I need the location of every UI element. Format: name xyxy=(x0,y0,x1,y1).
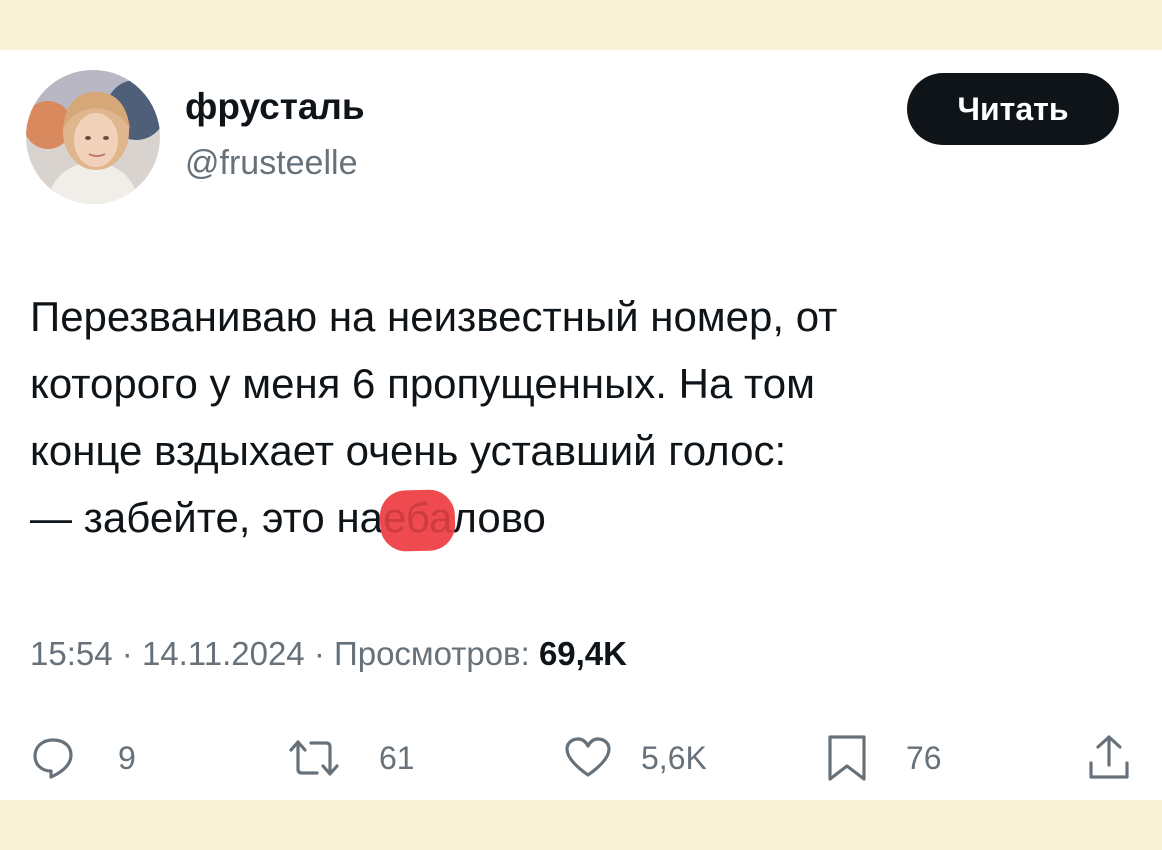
bookmark-count: 76 xyxy=(906,739,942,776)
views-label: Просмотров: xyxy=(334,635,530,672)
tweet-line-last: — забейте, это наебалово xyxy=(30,484,1110,551)
tweet-card: фрусталь @frusteelle Читать Перезваниваю… xyxy=(0,50,1162,800)
meta-separator: · xyxy=(121,635,133,672)
avatar[interactable] xyxy=(26,70,160,204)
tweet-line: которого у меня 6 пропущенных. На том xyxy=(30,360,815,407)
bookmark-button[interactable]: 76 xyxy=(824,730,942,786)
tweet-time[interactable]: 15:54 xyxy=(30,635,113,672)
retweet-icon xyxy=(289,740,339,776)
tweet-line: Перезваниваю на неизвестный номер, от xyxy=(30,293,838,340)
follow-button[interactable]: Читать xyxy=(907,73,1119,145)
reply-count: 9 xyxy=(118,739,136,776)
redacted-text: еба xyxy=(383,484,452,551)
share-button[interactable] xyxy=(1086,730,1132,786)
retweet-button[interactable]: 61 xyxy=(285,730,415,786)
meta-separator: · xyxy=(313,635,325,672)
tweet-date[interactable]: 14.11.2024 xyxy=(142,635,305,672)
author-handle[interactable]: @frusteelle xyxy=(185,144,357,183)
avatar-image xyxy=(26,70,160,204)
redaction-mark: еба xyxy=(383,484,452,551)
tweet-line: конце вздыхает очень уставший голос: xyxy=(30,427,787,474)
reply-button[interactable]: 9 xyxy=(30,730,136,786)
reply-icon xyxy=(33,738,73,779)
retweet-count: 61 xyxy=(379,739,415,776)
bookmark-icon xyxy=(828,735,866,781)
like-button[interactable]: 5,6K xyxy=(563,730,707,786)
like-count: 5,6K xyxy=(641,739,707,776)
tweet-text-after-redaction: лово xyxy=(452,494,546,541)
author-display-name[interactable]: фрусталь xyxy=(185,86,365,128)
tweet-text-before-redaction: — забейте, это на xyxy=(30,494,384,541)
heart-icon xyxy=(565,737,611,777)
tweet-text: Перезваниваю на неизвестный номер, от ко… xyxy=(30,283,1110,551)
share-icon xyxy=(1089,735,1129,779)
views-count: 69,4K xyxy=(538,635,627,672)
tweet-meta: 15:54 · 14.11.2024 · Просмотров: 69,4K xyxy=(30,635,627,673)
